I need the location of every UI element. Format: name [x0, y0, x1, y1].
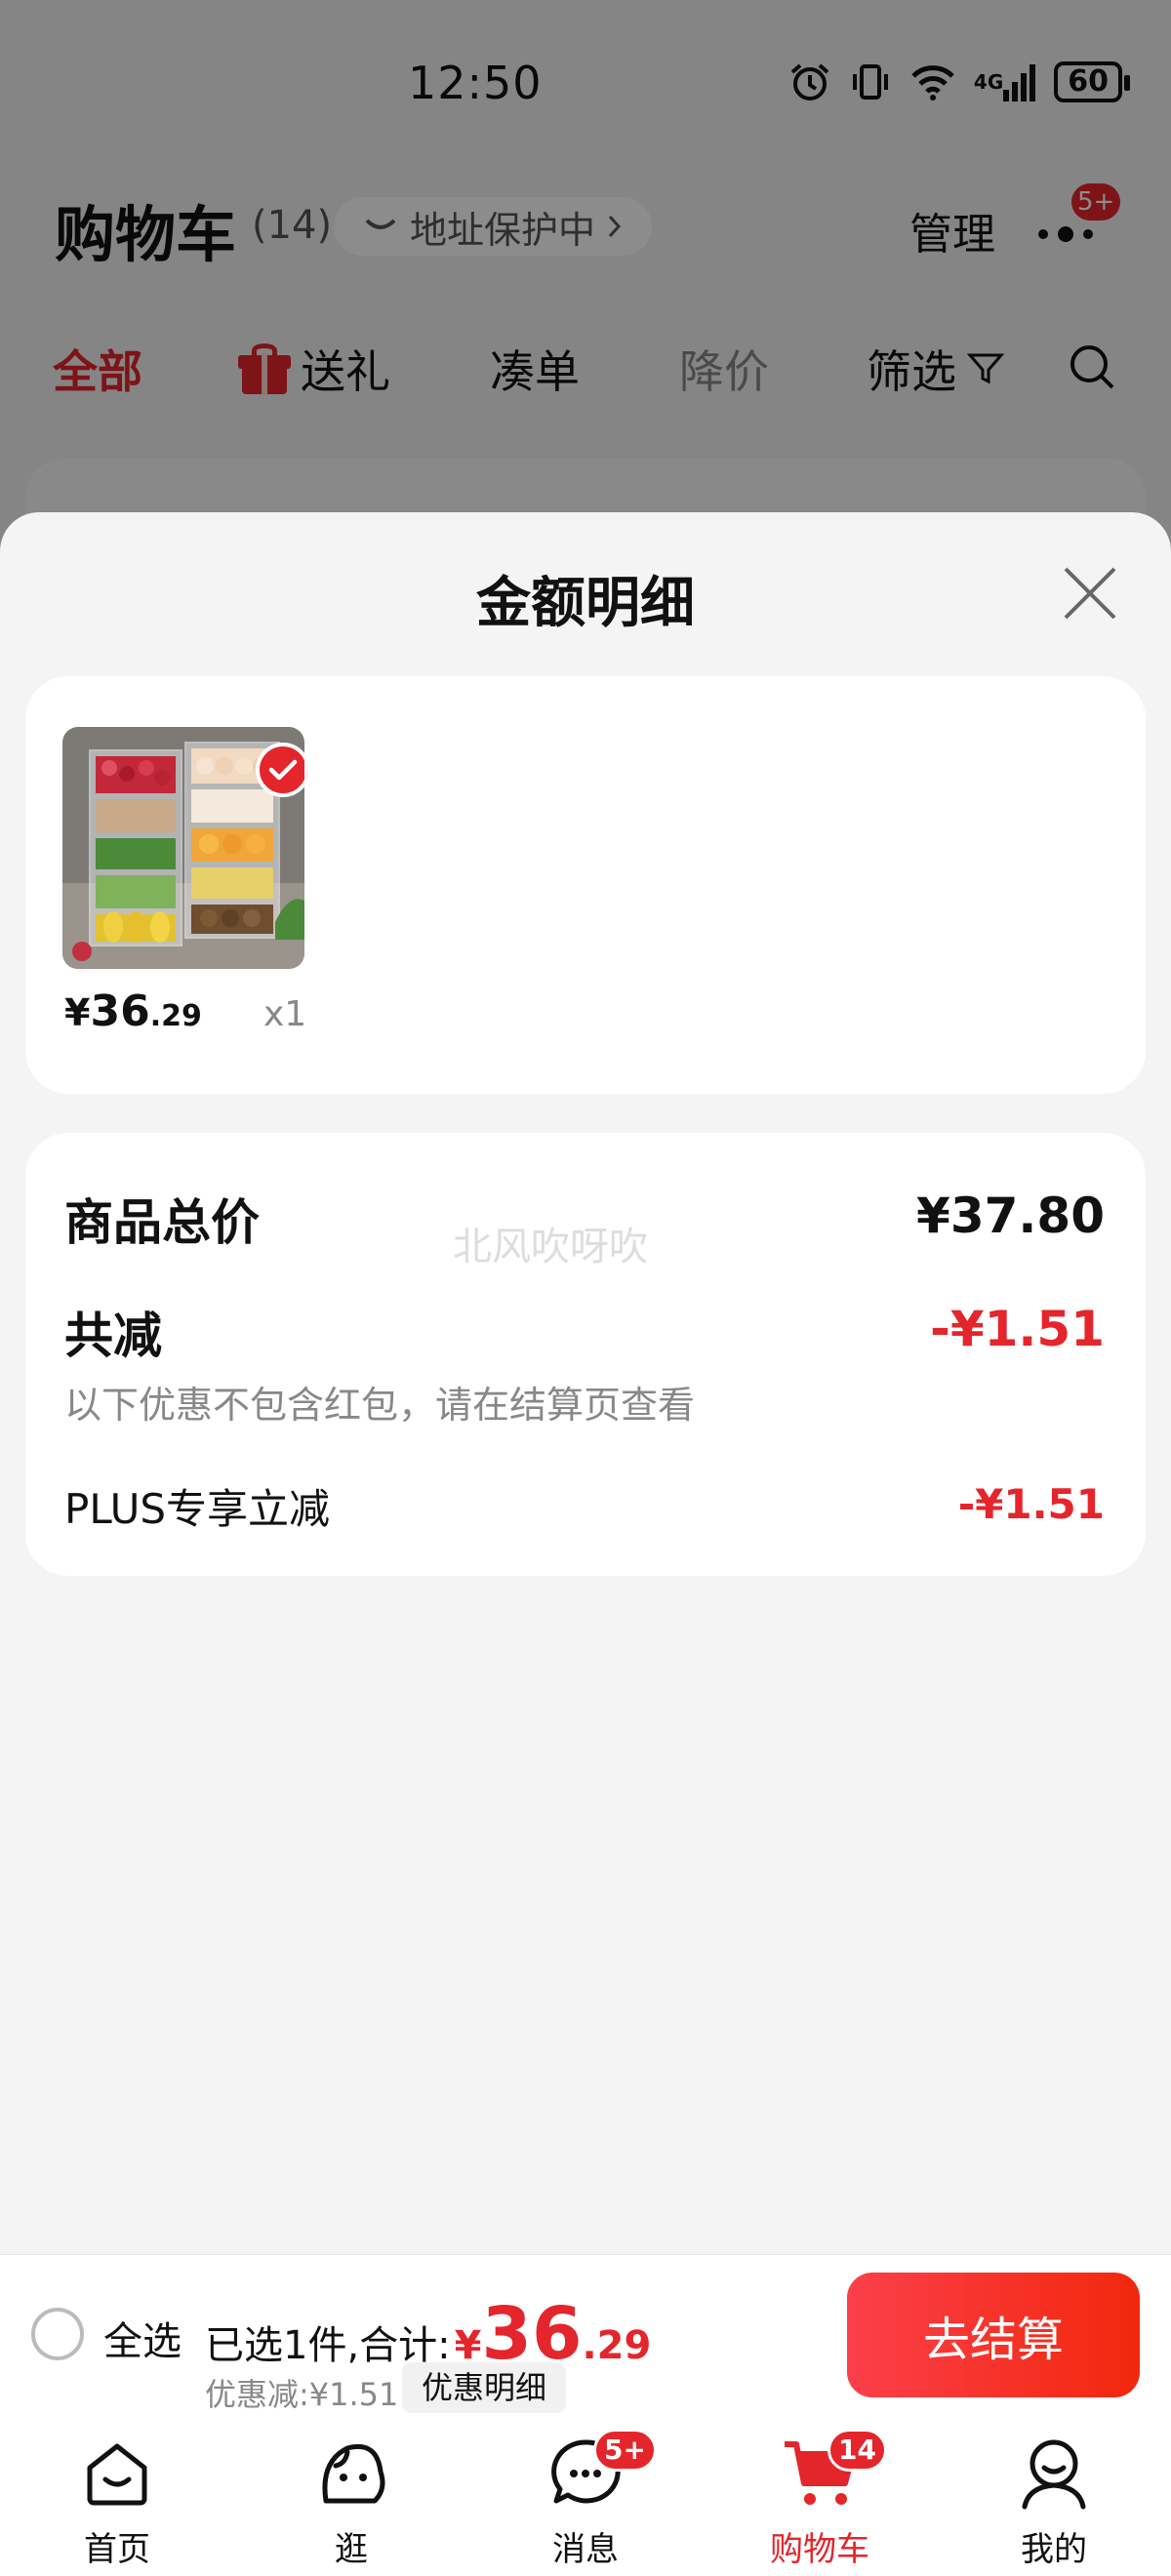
- selected-total: 已选1件,合计: ¥36.29: [205, 2298, 651, 2370]
- tab-profile[interactable]: 我的: [966, 2435, 1142, 2571]
- item-price-integer: 36: [90, 986, 150, 1036]
- select-all-checkbox[interactable]: [31, 2308, 84, 2360]
- tab-explore-label: 逛: [335, 2530, 368, 2569]
- profile-icon: [1015, 2435, 1093, 2513]
- checkout-bar: 全选 已选1件,合计: ¥36.29 优惠减:¥1.51 优惠明细 去结算: [0, 2254, 1171, 2415]
- tab-home-label: 首页: [84, 2530, 150, 2569]
- selected-check-icon[interactable]: [256, 743, 304, 797]
- total-price-value: ¥37.80: [916, 1187, 1105, 1244]
- item-price-symbol: ¥: [64, 991, 91, 1034]
- home-icon: [78, 2435, 156, 2513]
- cart-icon: 14: [781, 2429, 887, 2513]
- tab-explore[interactable]: 逛: [263, 2435, 439, 2571]
- discount-detail-button[interactable]: 优惠明细: [402, 2362, 567, 2413]
- discount-text: 优惠减:¥1.51: [205, 2376, 399, 2413]
- tab-messages-label: 消息: [552, 2530, 619, 2569]
- tab-home[interactable]: 首页: [29, 2435, 205, 2571]
- selected-items-card: ¥36.29 x1: [25, 676, 1146, 1094]
- price-summary-card: 北风吹呀吹 商品总价 ¥37.80 共减 -¥1.51 以下优惠不包含红包，请在…: [25, 1133, 1146, 1576]
- explore-face-icon: [312, 2435, 390, 2513]
- plus-discount-label: PLUS专享立减: [64, 1485, 331, 1533]
- product-image[interactable]: [62, 727, 304, 969]
- item-quantity: x1: [263, 994, 307, 1034]
- message-bubble-icon: 5+: [546, 2429, 657, 2513]
- tab-profile-label: 我的: [1021, 2530, 1087, 2569]
- total-integer: 36: [481, 2292, 583, 2376]
- reduction-note: 以下优惠不包含红包，请在结算页查看: [64, 1384, 696, 1427]
- tab-cart-label: 购物车: [770, 2530, 869, 2569]
- total-reduction-label: 共减: [64, 1308, 162, 1364]
- item-price: ¥36.29: [64, 986, 202, 1036]
- cart-badge: 14: [828, 2429, 887, 2472]
- total-price-label: 商品总价: [64, 1194, 260, 1251]
- amount-detail-sheet: 金额明细 ¥36.29 x1 北风吹呀吹 商品总价 ¥37.80 共减 -¥1.…: [0, 512, 1171, 2254]
- plus-discount-value: -¥1.51: [957, 1480, 1105, 1528]
- tab-cart[interactable]: 14 购物车: [732, 2429, 908, 2571]
- close-icon[interactable]: [1062, 565, 1118, 622]
- select-all-label[interactable]: 全选: [103, 2310, 182, 2366]
- messages-badge: 5+: [593, 2429, 657, 2472]
- tab-messages[interactable]: 5+ 消息: [498, 2429, 673, 2571]
- watermark-text: 北风吹呀吹: [453, 1225, 648, 1269]
- total-reduction-value: -¥1.51: [930, 1301, 1105, 1357]
- sheet-title: 金额明细: [476, 572, 695, 635]
- bottom-tab-bar: 首页 逛 5+ 消息 14 购物车 我的: [0, 2415, 1171, 2576]
- total-decimal: .29: [582, 2323, 652, 2368]
- checkout-button[interactable]: 去结算: [847, 2273, 1140, 2397]
- item-price-decimal: .29: [149, 999, 202, 1033]
